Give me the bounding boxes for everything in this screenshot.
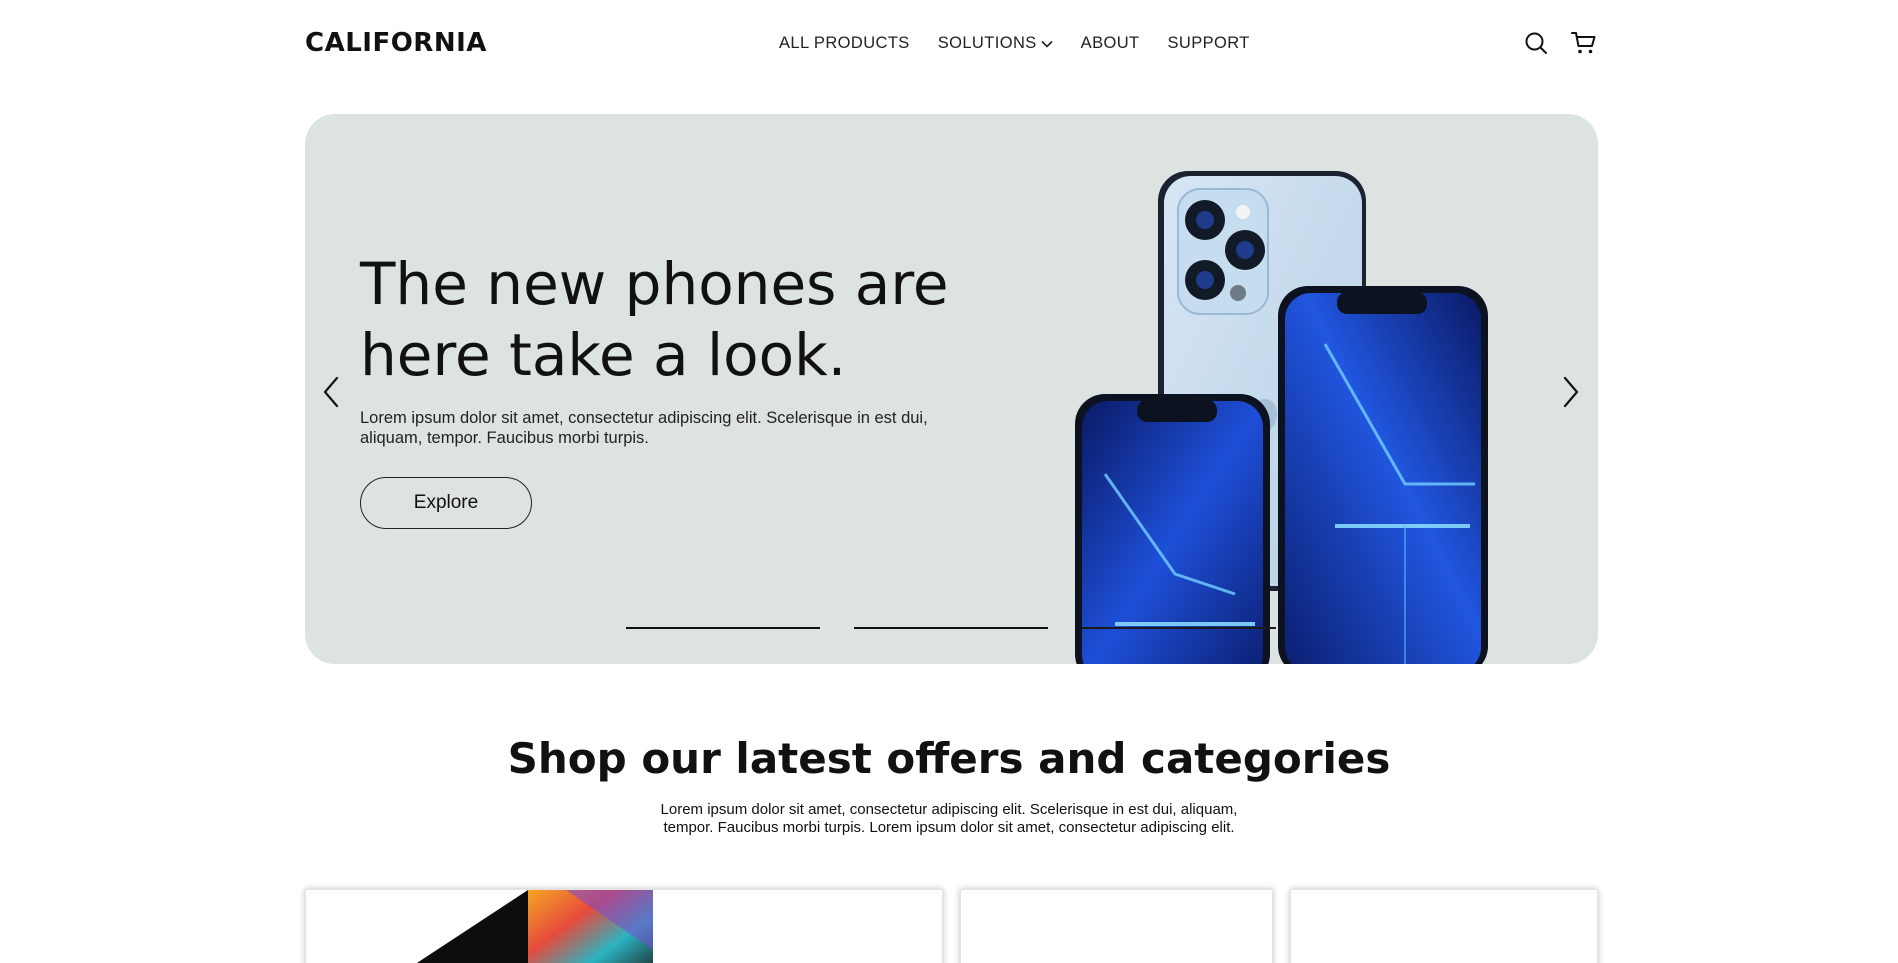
section-subtitle: Lorem ipsum dolor sit amet, consectetur …: [649, 801, 1249, 837]
explore-button[interactable]: Explore: [360, 477, 532, 529]
hero-title: The new phones are here take a look.: [360, 249, 980, 391]
cart-icon: [1571, 32, 1596, 54]
chevron-left-icon: [323, 376, 339, 408]
nav-solutions[interactable]: SOLUTIONS: [938, 34, 1053, 53]
hero-title-line-1: The new phones are: [360, 250, 949, 318]
category-card-1[interactable]: [305, 889, 943, 963]
page: CALIFORNIA ALL PRODUCTS SOLUTIONS ABOUT …: [0, 0, 1898, 963]
carousel-indicator-3[interactable]: [1082, 627, 1276, 629]
search-icon: [1525, 32, 1547, 54]
nav-about-label: ABOUT: [1080, 34, 1140, 52]
section-subtitle-line-2: tempor. Faucibus morbi turpis. Lorem ips…: [663, 819, 1235, 836]
nav-all-products[interactable]: ALL PRODUCTS: [779, 34, 910, 53]
nav-solutions-label: SOLUTIONS: [937, 34, 1037, 52]
hero-carousel: The new phones are here take a look. Lor…: [305, 114, 1598, 664]
nav-support[interactable]: SUPPORT: [1168, 34, 1250, 53]
nav-support-label: SUPPORT: [1167, 34, 1250, 52]
nav-all-products-label: ALL PRODUCTS: [779, 34, 910, 52]
main-nav: ALL PRODUCTS SOLUTIONS ABOUT SUPPORT: [779, 34, 1250, 53]
carousel-indicator-1[interactable]: [626, 627, 820, 629]
cart-button[interactable]: [1570, 29, 1598, 57]
phones-image: [1075, 171, 1488, 664]
carousel-indicator-2[interactable]: [854, 627, 1048, 629]
logo[interactable]: CALIFORNIA: [305, 28, 487, 58]
hero-title-line-2: here take a look.: [360, 321, 847, 389]
category-card-3[interactable]: [1290, 889, 1598, 963]
carousel-next-button[interactable]: [1556, 372, 1586, 412]
section-title: Shop our latest offers and categories: [507, 734, 1391, 783]
laptop-image: [416, 890, 653, 963]
chevron-down-icon: [1041, 40, 1053, 48]
hero-subtitle: Lorem ipsum dolor sit amet, consectetur …: [360, 409, 928, 447]
header-actions: [1522, 29, 1598, 57]
section-subtitle-line-1: Lorem ipsum dolor sit amet, consectetur …: [660, 801, 1238, 818]
search-button[interactable]: [1522, 29, 1550, 57]
chevron-right-icon: [1563, 376, 1579, 408]
category-card-2[interactable]: [960, 889, 1273, 963]
carousel-indicators: [626, 627, 1276, 629]
nav-about[interactable]: ABOUT: [1081, 34, 1140, 53]
site-header: CALIFORNIA ALL PRODUCTS SOLUTIONS ABOUT …: [305, 26, 1598, 58]
carousel-prev-button[interactable]: [316, 372, 346, 412]
